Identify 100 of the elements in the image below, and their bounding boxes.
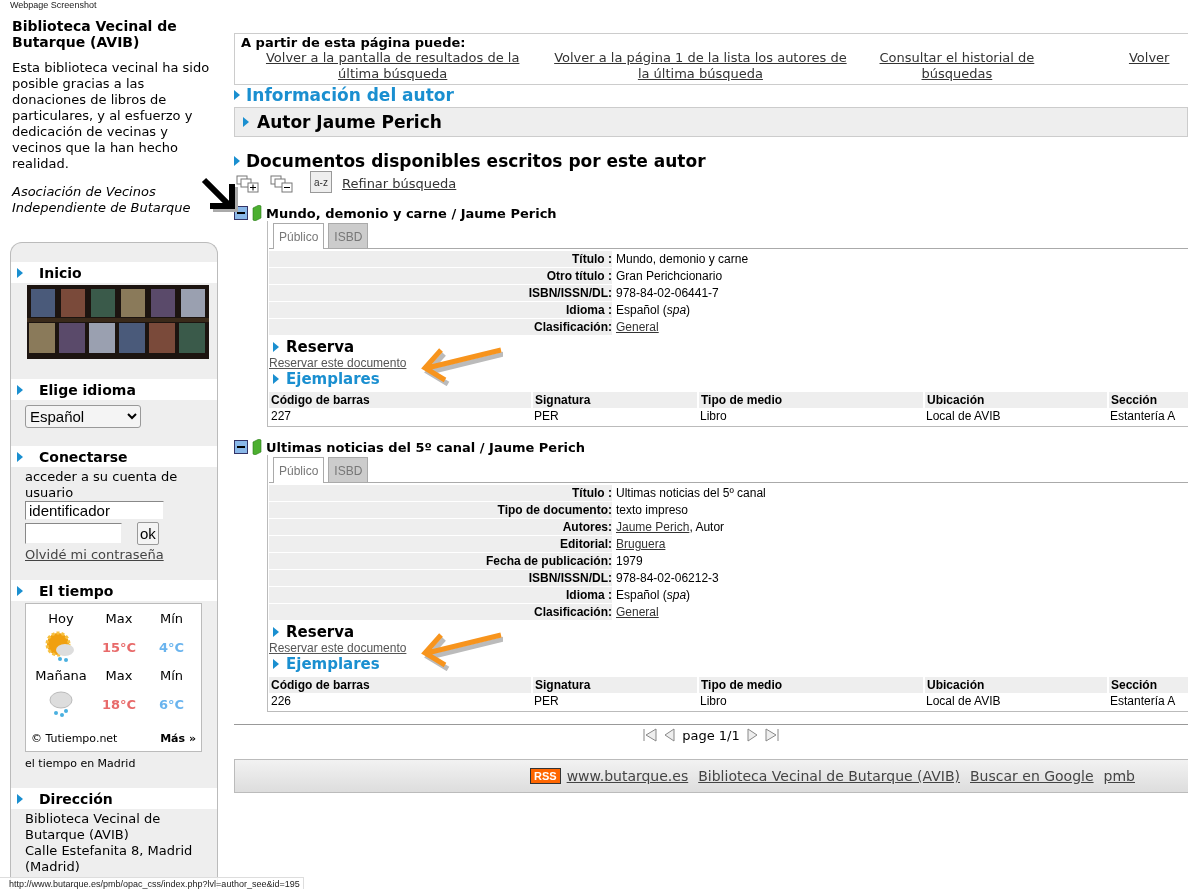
min-label: Mín (159, 668, 184, 683)
more-link[interactable]: Más » (160, 732, 196, 745)
navigation-link[interactable]: Consultar el historial de búsquedas (856, 50, 1058, 82)
refine-search-link[interactable]: Refinar búsqueda (342, 176, 457, 191)
navigation-title: A partir de esta página puede: (241, 36, 467, 50)
collapse-all-icon[interactable] (270, 175, 294, 193)
collapse-icon[interactable] (234, 440, 248, 454)
footer-link[interactable]: pmb (1103, 768, 1135, 784)
username-field[interactable]: identificador (25, 501, 164, 520)
section-heading[interactable]: El tiempo (39, 582, 114, 599)
column-header: Signatura (532, 677, 698, 693)
triangle-icon (273, 342, 279, 352)
day-label: Mañana (35, 668, 87, 683)
reserve-link[interactable]: Reservar este documento (269, 641, 407, 655)
field-label: ISBN/ISSN/DL: (269, 285, 612, 301)
triangle-icon (17, 451, 23, 462)
column-header: Código de barras (269, 392, 532, 408)
address-line: Biblioteca Vecinal de Butarque (AVIB) (25, 811, 162, 843)
field-link[interactable]: General (616, 605, 659, 619)
field-value: Ultimas noticias del 5º canal (616, 485, 767, 501)
section-heading[interactable]: Elige idioma (39, 381, 136, 398)
forgot-password-link[interactable]: Olvidé mi contraseña (25, 547, 164, 562)
triangle-icon (17, 585, 23, 596)
field-value: 1979 (616, 553, 644, 569)
book-icon (252, 439, 262, 455)
record-title: Mundo, demonio y carne / Jaume Perich (266, 205, 557, 221)
column-header: Código de barras (269, 677, 532, 693)
table-cell: Estantería A (1108, 408, 1188, 424)
last-page-icon[interactable] (763, 727, 780, 743)
field-label: Autores: (269, 519, 612, 535)
triangle-icon (234, 156, 240, 166)
book-icon (252, 205, 262, 221)
min-temperature: 4°C (158, 639, 185, 655)
max-label: Max (105, 611, 133, 626)
footer-link[interactable]: Buscar en Google (970, 768, 1094, 784)
password-field[interactable] (25, 523, 122, 544)
table-cell: 226 (269, 693, 532, 709)
field-value: Gran Perichcionario (616, 268, 724, 284)
field-label: Editorial: (269, 536, 612, 552)
table-cell: Estantería A (1108, 693, 1188, 709)
login-prompt: acceder a su cuenta de usuario (25, 469, 179, 501)
field-value: Español (spa) (616, 587, 692, 603)
triangle-icon (273, 659, 279, 669)
max-temperature: 15°C (101, 639, 137, 655)
field-label: Tipo de documento: (269, 502, 612, 518)
field-value: texto impreso (616, 502, 690, 518)
ok-button[interactable]: ok (137, 522, 159, 545)
column-header: Ubicación (924, 677, 1108, 693)
intro-text: Esta biblioteca vecinal ha sido posible gracias a las donaciones de libros de particulares, y al esfuerzo y dedicación de vecinas y vecinos que la han hecho realidad. (12, 60, 211, 172)
max-temperature: 18°C (101, 696, 137, 712)
sort-button[interactable]: a-z (310, 171, 332, 193)
day-label: Hoy (48, 611, 74, 626)
section-heading: Reserva (286, 338, 355, 356)
min-label: Mín (159, 611, 184, 626)
association-name: Asociación de Vecinos Independiente de Butarque (12, 184, 192, 216)
column-header: Tipo de medio (698, 677, 924, 693)
author-name: Autor Jaume Perich (257, 112, 442, 132)
field-label: Fecha de publicación: (269, 553, 612, 569)
field-link[interactable]: General (616, 320, 659, 334)
weather-caption: el tiempo en Madrid (25, 757, 137, 770)
first-page-icon[interactable] (642, 727, 659, 743)
column-header: Sección (1108, 677, 1188, 693)
field-label: Otro título : (269, 268, 612, 284)
section-heading[interactable]: Dirección (39, 790, 113, 807)
field-link[interactable]: Bruguera (616, 537, 666, 551)
navigation-link[interactable]: Volver (1057, 50, 1188, 82)
footer-link[interactable]: Biblioteca Vecinal de Butarque (AVIB) (698, 768, 960, 784)
triangle-icon (17, 267, 23, 278)
section-heading[interactable]: Inicio (39, 264, 82, 281)
table-cell: 227 (269, 408, 532, 424)
expand-all-icon[interactable] (236, 175, 260, 193)
navigation-link[interactable]: Volver a la pantalla de resultados de la última búsqueda (241, 50, 545, 82)
record-title: Ultimas noticias del 5º canal / Jaume Perich (266, 439, 585, 455)
navigation-link[interactable]: Volver a la página 1 de la lista los autores de la última búsqueda (544, 50, 857, 82)
weather-credit: © Tutiempo.net (31, 732, 118, 745)
triangle-icon (273, 627, 279, 637)
field-value: 978-84-02-06212-3 (616, 570, 720, 586)
max-label: Max (105, 668, 133, 683)
tab[interactable]: Público (273, 457, 325, 483)
field-value: Español (spa) (616, 302, 692, 318)
table-cell: Local de AVIB (924, 693, 1108, 709)
triangle-icon (234, 90, 240, 100)
section-heading[interactable]: Conectarse (39, 448, 128, 465)
section-heading: Documentos disponibles escritos por este autor (246, 151, 706, 171)
table-cell: PER (532, 693, 698, 709)
triangle-icon (273, 374, 279, 384)
triangle-icon (17, 793, 23, 804)
field-label: Clasificación: (269, 604, 612, 620)
tab[interactable]: Público (273, 223, 325, 249)
language-select[interactable]: Español (25, 405, 141, 428)
field-value: Mundo, demonio y carne (616, 251, 750, 267)
table-cell: Libro (698, 408, 924, 424)
table-cell: PER (532, 408, 698, 424)
page-indicator: page 1/1 (682, 727, 740, 743)
footer-link[interactable]: www.butarque.es (566, 768, 689, 784)
library-title: Biblioteca Vecinal de Butarque (AVIB) (12, 18, 178, 50)
reserve-link[interactable]: Reservar este documento (269, 356, 407, 370)
field-value: 978-84-02-06441-7 (616, 285, 720, 301)
caption: Webpage Screenshot (9, 0, 98, 10)
table-cell: Libro (698, 693, 924, 709)
